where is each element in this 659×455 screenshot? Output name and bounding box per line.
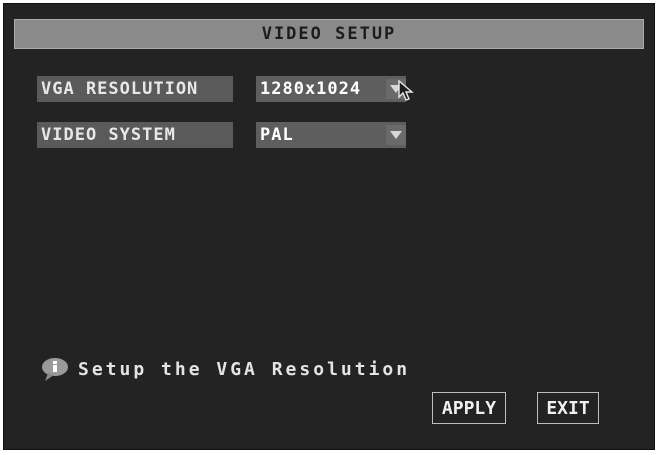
video-system-value: PAL: [260, 125, 294, 145]
apply-button-label: APPLY: [441, 397, 497, 419]
apply-button[interactable]: APPLY: [432, 392, 506, 424]
video-setup-screen: VIDEO SETUP VGA RESOLUTION 1280x1024 VID…: [3, 3, 655, 450]
help-tip-text: Setup the VGA Resolution: [78, 358, 411, 380]
mouse-pointer-icon: [398, 79, 416, 106]
video-system-select[interactable]: PAL: [256, 122, 406, 148]
vga-resolution-value: 1280x1024: [260, 79, 362, 99]
page-title: VIDEO SETUP: [14, 19, 644, 49]
chevron-down-icon[interactable]: [386, 125, 406, 145]
vga-resolution-label: VGA RESOLUTION: [37, 76, 233, 102]
info-bubble-icon: [40, 356, 70, 382]
exit-button[interactable]: EXIT: [537, 392, 599, 424]
vga-resolution-select[interactable]: 1280x1024: [256, 76, 406, 102]
help-tip: Setup the VGA Resolution: [40, 356, 410, 382]
exit-button-label: EXIT: [546, 397, 590, 419]
page-title-text: VIDEO SETUP: [261, 24, 397, 44]
video-system-label: VIDEO SYSTEM: [37, 122, 233, 148]
